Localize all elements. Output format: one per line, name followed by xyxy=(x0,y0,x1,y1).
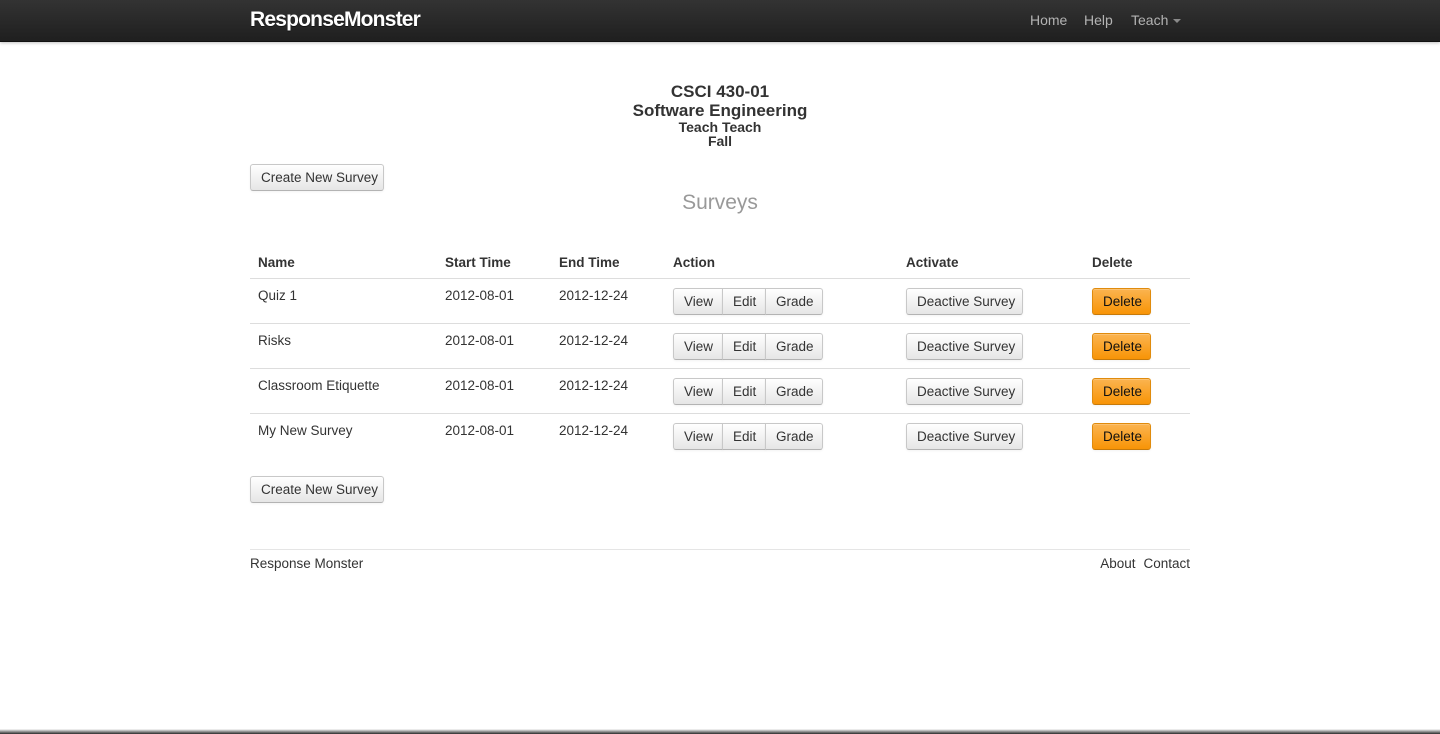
grade-button[interactable]: Grade xyxy=(765,378,823,405)
column-header-delete: Delete xyxy=(1084,245,1190,279)
nav-home[interactable]: Home xyxy=(1030,12,1067,28)
edit-button[interactable]: Edit xyxy=(722,333,766,360)
course-term: Fall xyxy=(707,133,733,149)
survey-action-group: View Edit Grade xyxy=(673,288,823,315)
delete-button[interactable]: Delete xyxy=(1092,333,1151,360)
survey-start-time: 2012-08-01 xyxy=(445,378,515,393)
survey-action-group: View Edit Grade xyxy=(673,333,823,360)
survey-name: Quiz 1 xyxy=(258,288,298,303)
survey-action-group: View Edit Grade xyxy=(673,423,823,450)
view-button[interactable]: View xyxy=(673,288,723,315)
grade-button[interactable]: Grade xyxy=(765,288,823,315)
deactivate-survey-button[interactable]: Deactive Survey xyxy=(906,423,1023,450)
footer-divider xyxy=(250,549,1190,550)
nav-help[interactable]: Help xyxy=(1084,12,1113,28)
footer-links: About Contact xyxy=(1092,556,1190,571)
survey-name: My New Survey xyxy=(258,423,353,438)
course-teacher: Teach Teach xyxy=(678,119,762,135)
footer-link-contact[interactable]: Contact xyxy=(1143,556,1190,571)
course-name: Software Engineering xyxy=(632,101,808,120)
survey-end-time: 2012-12-24 xyxy=(559,378,629,393)
top-navbar: ResponseMonster Home Help Teach xyxy=(0,0,1440,42)
survey-start-time: 2012-08-01 xyxy=(445,288,515,303)
survey-end-time: 2012-12-24 xyxy=(559,288,629,303)
surveys-table: Name Start Time End Time Action Activate… xyxy=(250,245,1190,458)
course-code: CSCI 430-01 xyxy=(670,82,770,101)
survey-end-time: 2012-12-24 xyxy=(559,333,629,348)
edit-button[interactable]: Edit xyxy=(722,423,766,450)
delete-button[interactable]: Delete xyxy=(1092,423,1151,450)
view-button[interactable]: View xyxy=(673,333,723,360)
grade-button[interactable]: Grade xyxy=(765,333,823,360)
deactivate-survey-button[interactable]: Deactive Survey xyxy=(906,378,1023,405)
table-header-row: Name Start Time End Time Action Activate… xyxy=(250,245,1190,279)
window-bottom-edge xyxy=(0,729,1440,734)
edit-button[interactable]: Edit xyxy=(722,288,766,315)
view-button[interactable]: View xyxy=(673,423,723,450)
delete-button[interactable]: Delete xyxy=(1092,378,1151,405)
deactivate-survey-button[interactable]: Deactive Survey xyxy=(906,333,1023,360)
grade-button[interactable]: Grade xyxy=(765,423,823,450)
surveys-section-title: Surveys xyxy=(682,191,758,214)
table-row: Quiz 1 2012-08-01 2012-12-24 View Edit G… xyxy=(250,279,1190,324)
column-header-name: Name xyxy=(250,245,437,279)
table-row: Risks 2012-08-01 2012-12-24 View Edit Gr… xyxy=(250,323,1190,369)
survey-action-group: View Edit Grade xyxy=(673,378,823,405)
nav-teach-label: Teach xyxy=(1131,12,1169,28)
footer-link-about[interactable]: About xyxy=(1100,556,1135,571)
survey-start-time: 2012-08-01 xyxy=(445,333,515,348)
column-header-start-time: Start Time xyxy=(437,245,551,279)
nav-teach-dropdown[interactable]: Teach xyxy=(1131,12,1182,28)
survey-name: Classroom Etiquette xyxy=(258,378,380,393)
survey-end-time: 2012-12-24 xyxy=(559,423,629,438)
deactivate-survey-button[interactable]: Deactive Survey xyxy=(906,288,1023,315)
column-header-activate: Activate xyxy=(898,245,1084,279)
column-header-end-time: End Time xyxy=(551,245,665,279)
caret-down-icon xyxy=(1173,19,1182,24)
survey-start-time: 2012-08-01 xyxy=(445,423,515,438)
survey-name: Risks xyxy=(258,333,291,348)
create-survey-button-bottom[interactable]: Create New Survey xyxy=(250,476,384,503)
delete-button[interactable]: Delete xyxy=(1092,288,1151,315)
brand-logo[interactable]: ResponseMonster xyxy=(250,8,421,32)
column-header-action: Action xyxy=(665,245,898,279)
table-row: Classroom Etiquette 2012-08-01 2012-12-2… xyxy=(250,368,1190,414)
footer-site-name: Response Monster xyxy=(250,556,364,571)
table-row: My New Survey 2012-08-01 2012-12-24 View… xyxy=(250,413,1190,458)
create-survey-button-top[interactable]: Create New Survey xyxy=(250,164,384,191)
course-header: CSCI 430-01 Software Engineering Teach T… xyxy=(250,82,1190,148)
edit-button[interactable]: Edit xyxy=(722,378,766,405)
view-button[interactable]: View xyxy=(673,378,723,405)
